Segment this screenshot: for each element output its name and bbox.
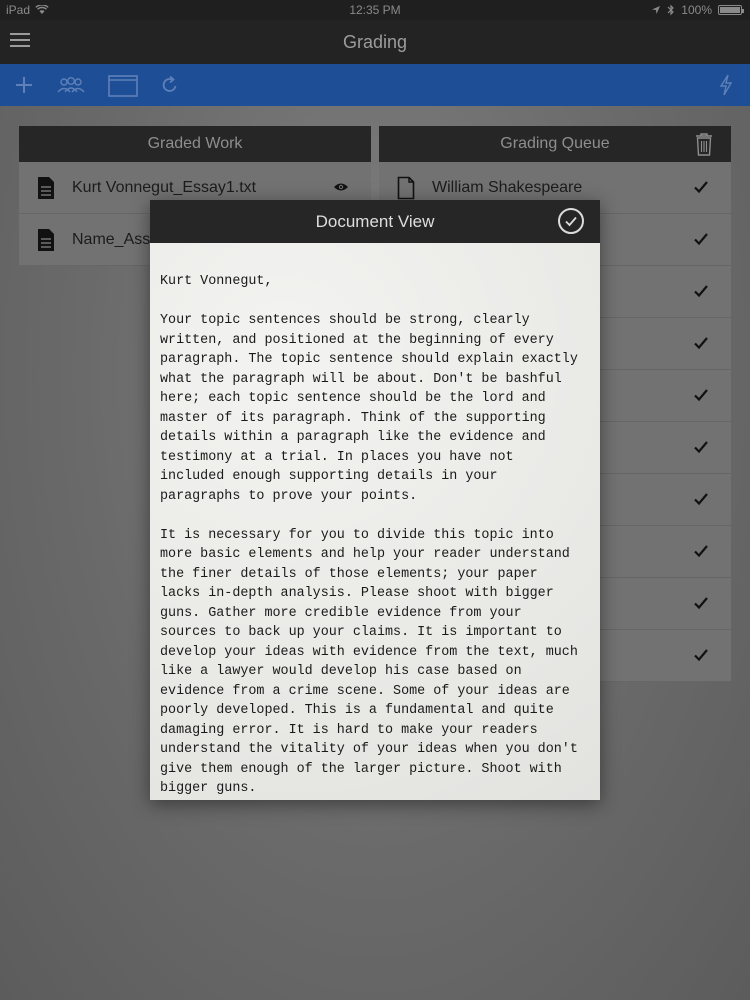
checkmark-circle-icon (565, 216, 577, 227)
grading-queue-header: Grading Queue (379, 126, 731, 162)
check-icon[interactable] (693, 595, 709, 611)
check-icon[interactable] (693, 439, 709, 455)
document-outline-icon (397, 176, 415, 200)
page-title: Grading (342, 32, 408, 52)
status-bar: iPad 12:35 PM 100% (0, 0, 750, 20)
refresh-icon (162, 75, 177, 92)
nav-bar: Grading (0, 20, 750, 64)
check-icon[interactable] (693, 231, 709, 247)
check-icon[interactable] (693, 335, 709, 351)
plus-icon (16, 77, 32, 93)
document-paragraph: It is necessary for you to divide this t… (160, 527, 578, 797)
check-icon[interactable] (693, 179, 709, 195)
grading-queue-item-label: William Shakespeare (432, 178, 583, 196)
check-icon[interactable] (693, 491, 709, 507)
document-salutation: Kurt Vonnegut, (160, 274, 273, 289)
check-icon[interactable] (693, 647, 709, 663)
add-button[interactable] (12, 72, 36, 98)
folder-icon (108, 75, 138, 97)
document-icon (38, 177, 54, 199)
document-view-title: Document View (315, 211, 435, 231)
refresh-button[interactable] (160, 72, 180, 98)
document-view-header: Document View (150, 200, 600, 243)
battery-percent: 100% (681, 3, 712, 17)
quick-action-button[interactable] (718, 72, 734, 98)
graded-work-header: Graded Work (19, 126, 371, 162)
document-text: Kurt Vonnegut, Your topic sentences shou… (150, 243, 600, 800)
students-button[interactable] (56, 72, 86, 98)
trash-icon[interactable] (695, 132, 713, 156)
group-icon (57, 77, 85, 93)
battery-icon (718, 5, 744, 15)
graded-work-item-label: Name_Assi (72, 230, 154, 248)
location-icon (652, 6, 661, 14)
check-icon[interactable] (693, 387, 709, 403)
document-paragraph: Your topic sentences should be strong, c… (160, 313, 578, 504)
check-icon[interactable] (693, 543, 709, 559)
confirm-button[interactable] (558, 208, 584, 234)
lightning-icon (719, 74, 733, 96)
toolbar (0, 64, 750, 106)
document-view-modal: Document View Kurt Vonnegut, Your topic … (150, 200, 600, 800)
folder-button[interactable] (108, 72, 138, 98)
check-icon[interactable] (693, 283, 709, 299)
graded-work-item-label: Kurt Vonnegut_Essay1.txt (72, 178, 257, 196)
grading-queue-title: Grading Queue (500, 135, 610, 152)
eye-icon[interactable] (333, 181, 349, 193)
bluetooth-icon (667, 4, 675, 16)
document-icon (38, 229, 54, 251)
clock: 12:35 PM (349, 3, 401, 17)
